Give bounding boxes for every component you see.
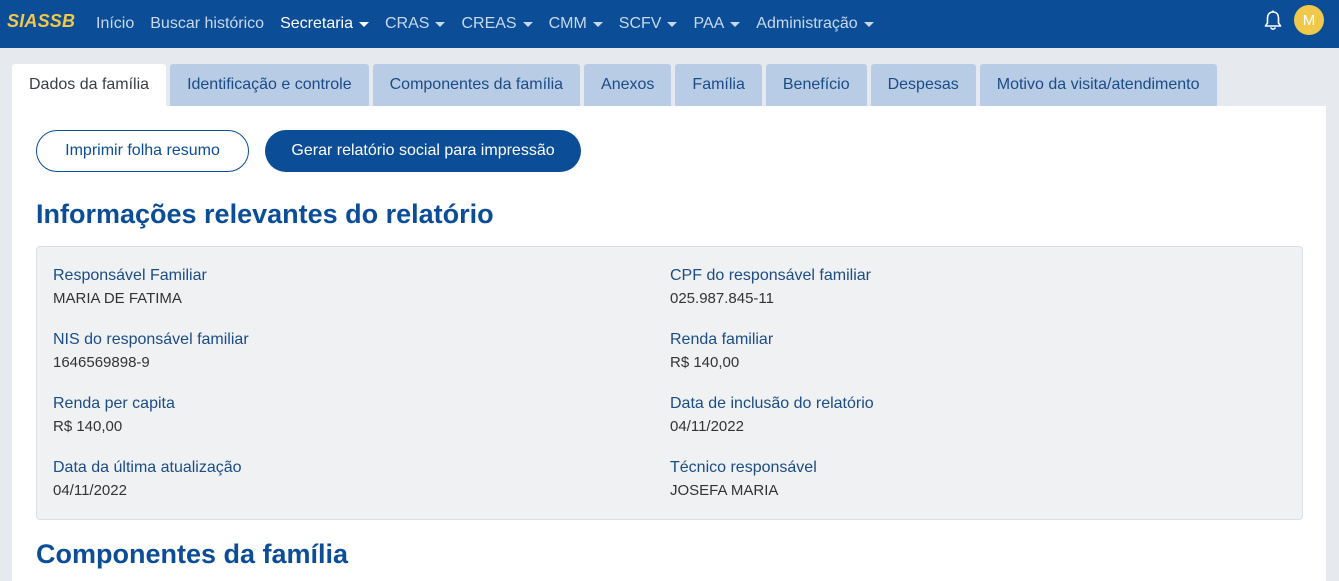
caret-down-icon [522,22,533,27]
caret-down-icon [863,22,874,27]
tab-bar: Dados da família Identificação e control… [12,64,1221,106]
field-nis: NIS do responsável familiar 1646569898-9 [53,331,633,371]
field-value: MARIA DE FATIMA [53,290,182,307]
field-value: 1646569898-9 [53,354,150,371]
nav-item-label: Buscar histórico [150,15,265,32]
report-info-card: Responsável Familiar MARIA DE FATIMA CPF… [36,246,1303,520]
nav-item-inicio[interactable]: Início [96,15,134,33]
field-renda-per-capita: Renda per capita R$ 140,00 [53,395,633,435]
tab-motivo-da-visita[interactable]: Motivo da visita/atendimento [979,64,1217,106]
nav-item-label: PAA [693,15,725,32]
print-summary-button[interactable]: Imprimir folha resumo [36,130,249,172]
field-label: Técnico responsável [670,459,817,476]
nav-item-label: Início [96,15,135,32]
nav-item-label: CMM [548,15,587,32]
field-tecnico-responsavel: Técnico responsável JOSEFA MARIA [670,459,1250,499]
caret-down-icon [730,22,741,27]
nav-item-secretaria[interactable]: Secretaria [280,15,369,33]
field-value: 04/11/2022 [53,482,127,499]
tab-beneficio[interactable]: Benefício [765,64,867,106]
field-responsavel-familiar: Responsável Familiar MARIA DE FATIMA [53,267,633,307]
field-label: Responsável Familiar [53,267,207,284]
nav-item-cras[interactable]: CRAS [385,15,446,33]
field-value: 025.987.845-11 [670,290,774,307]
tab-anexos[interactable]: Anexos [584,64,672,106]
nav-item-label: Secretaria [280,15,353,32]
components-section-title: Componentes da família [36,539,349,569]
field-value: JOSEFA MARIA [670,482,779,499]
report-section-title: Informações relevantes do relatório [36,199,494,229]
tab-dados-da-familia[interactable]: Dados da família [12,64,167,106]
field-cpf: CPF do responsável familiar 025.987.845-… [670,267,1250,307]
field-data-inclusao: Data de inclusão do relatório 04/11/2022 [670,395,1250,435]
field-value: R$ 140,00 [670,354,740,371]
nav-item-buscar-historico[interactable]: Buscar histórico [150,15,264,33]
caret-down-icon [359,22,369,27]
field-label: CPF do responsável familiar [670,267,871,284]
field-value: 04/11/2022 [670,418,744,435]
top-navbar: SIASSB Início Buscar histórico Secretari… [0,0,1339,48]
tab-content-panel: Imprimir folha resumo Gerar relatório so… [12,106,1326,581]
field-data-atualizacao: Data da última atualização 04/11/2022 [53,459,633,499]
nav-item-label: CRAS [385,15,430,32]
nav-item-cmm[interactable]: CMM [549,15,603,33]
nav-item-scfv[interactable]: SCFV [619,15,678,33]
tab-componentes-da-familia[interactable]: Componentes da família [372,64,581,106]
field-value: R$ 140,00 [53,418,123,435]
nav-item-label: SCFV [618,15,662,32]
user-avatar[interactable]: M [1294,5,1324,35]
generate-report-button[interactable]: Gerar relatório social para impressão [265,130,581,172]
tab-despesas[interactable]: Despesas [870,64,976,106]
nav-item-label: CREAS [461,15,517,32]
bell-icon[interactable] [1263,10,1283,32]
field-label: NIS do responsável familiar [53,331,249,348]
caret-down-icon [667,22,678,27]
field-label: Data da última atualização [53,459,242,476]
nav-item-label: Administração [756,15,858,32]
brand-logo[interactable]: SIASSB [7,11,75,32]
nav-menu: Início Buscar histórico Secretaria CRAS … [96,0,890,48]
caret-down-icon [592,22,603,27]
field-label: Data de inclusão do relatório [670,395,874,412]
nav-item-creas[interactable]: CREAS [461,15,533,33]
nav-item-administracao[interactable]: Administração [756,15,874,33]
tab-familia[interactable]: Família [675,64,762,106]
nav-item-paa[interactable]: PAA [693,15,741,33]
tab-identificacao-e-controle[interactable]: Identificação e controle [170,64,369,106]
field-label: Renda familiar [670,331,774,348]
field-label: Renda per capita [53,395,175,412]
field-renda-familiar: Renda familiar R$ 140,00 [670,331,1250,371]
caret-down-icon [435,22,446,27]
